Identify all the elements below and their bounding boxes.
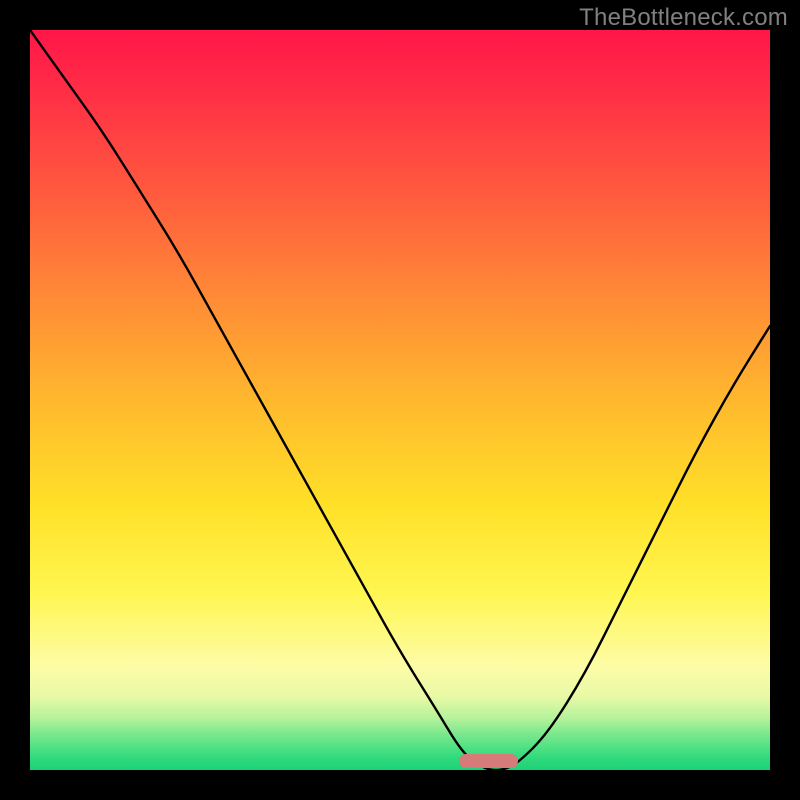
watermark-text: TheBottleneck.com	[579, 4, 788, 32]
trough-marker	[459, 754, 518, 768]
bottleneck-curve	[30, 30, 770, 770]
chart-frame: TheBottleneck.com	[0, 0, 800, 800]
curve-layer	[30, 30, 770, 770]
plot-area	[30, 30, 770, 770]
